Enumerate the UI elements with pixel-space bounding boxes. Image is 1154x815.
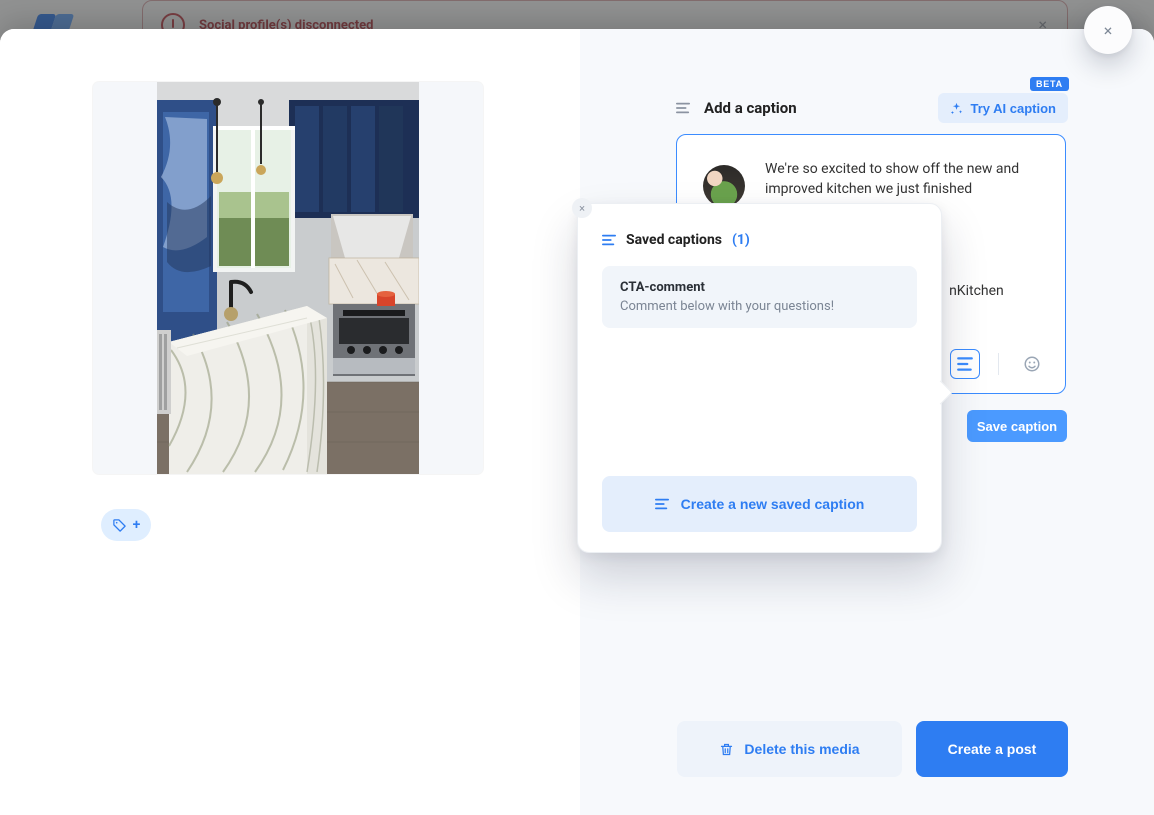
trash-icon [719,742,734,757]
close-icon: × [1104,21,1113,40]
create-saved-caption-button[interactable]: Create a new saved caption [602,476,917,532]
create-post-button[interactable]: Create a post [916,721,1068,777]
popover-close-button[interactable]: × [572,198,592,218]
text-left-icon [676,101,690,115]
create-post-label: Create a post [948,741,1037,757]
popover-count: (1) [732,232,750,248]
saved-caption-name: CTA-comment [620,280,899,295]
saved-caption-item[interactable]: CTA-comment Comment below with your ques… [602,266,917,328]
create-saved-caption-label: Create a new saved caption [681,496,865,512]
add-tag-plus: + [133,517,141,533]
tag-icon [112,518,127,533]
delete-media-label: Delete this media [744,741,859,757]
close-icon: × [579,203,585,214]
media-thumbnail[interactable] [93,82,483,474]
popover-title-row: Saved captions (1) [602,232,917,248]
saved-captions-popover: × Saved captions (1) CTA-comment Comment… [577,203,942,553]
text-left-icon [602,233,616,247]
popover-title: Saved captions [626,232,722,248]
try-ai-caption-label: Try AI caption [971,101,1056,116]
text-left-icon [655,497,669,511]
save-caption-label: Save caption [977,419,1057,434]
add-tag-button[interactable]: + [101,509,151,541]
caption-header-row: Add a caption BETA Try AI caption [676,93,1068,123]
sparkle-icon [950,102,963,115]
toolbar-separator [998,353,999,375]
kitchen-image [157,82,419,474]
modal-close-button[interactable]: × [1084,6,1132,54]
try-ai-caption-button[interactable]: BETA Try AI caption [938,93,1068,123]
beta-badge: BETA [1030,77,1069,91]
saved-captions-button[interactable] [950,349,980,379]
emoji-button[interactable] [1017,349,1047,379]
saved-caption-preview: Comment below with your questions! [620,299,899,314]
profile-avatar[interactable] [703,165,745,207]
caption-title: Add a caption [704,99,797,117]
delete-media-button[interactable]: Delete this media [677,721,902,777]
save-caption-button[interactable]: Save caption [967,410,1067,442]
